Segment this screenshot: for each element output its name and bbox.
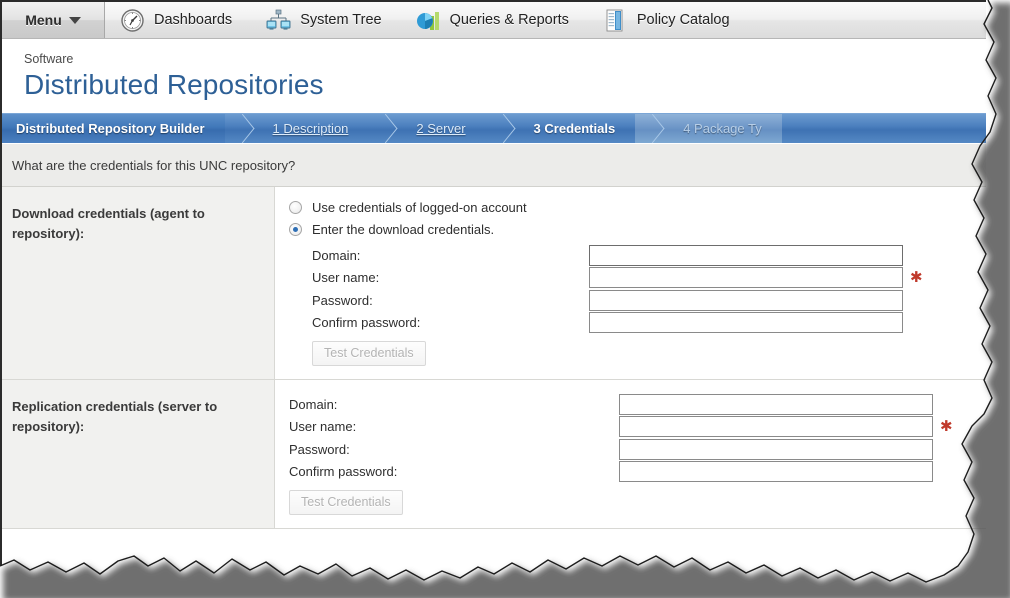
field-username-replication: User name: ✱ <box>289 416 986 439</box>
username-input-download[interactable] <box>589 267 903 289</box>
radio-use-logged-on-account[interactable]: Use credentials of logged-on account <box>289 200 986 215</box>
top-navigation-bar: Menu Dashboards System Tree Queries & Re… <box>2 2 986 39</box>
password-input-replication[interactable] <box>619 438 933 460</box>
page-sheet: Menu Dashboards System Tree Queries & Re… <box>0 0 986 566</box>
field-domain-download-label: Domain: <box>312 247 361 263</box>
replication-credentials-fields: Domain: User name: ✱ Password: Confirm p… <box>289 393 986 515</box>
radio-enter-download-credentials-label: Enter the download credentials. <box>312 222 495 237</box>
nav-item-queries-reports-label: Queries & Reports <box>449 12 569 28</box>
nav-item-dashboards[interactable]: Dashboards <box>105 2 251 38</box>
field-domain-download: Domain: <box>289 244 986 267</box>
domain-input-replication[interactable] <box>619 393 933 415</box>
radio-enter-download-credentials[interactable]: Enter the download credentials. <box>289 222 986 237</box>
wizard-step-1-label: 1 Description <box>272 121 349 136</box>
page-title: Distributed Repositories <box>24 69 324 100</box>
nav-item-policy-catalog[interactable]: Policy Catalog <box>588 2 749 38</box>
wizard-step-4-label: 4 Package Ty <box>683 121 762 136</box>
field-username-replication-label: User name: <box>289 419 357 435</box>
field-confirm-password-download: Confirm password: <box>289 312 986 335</box>
wizard-title: Distributed Repository Builder <box>2 114 225 143</box>
nav-items: Dashboards System Tree Queries & Reports… <box>105 2 986 38</box>
instruction-text: What are the credentials for this UNC re… <box>2 143 986 187</box>
wizard-step-3-credentials: 3 Credentials <box>486 114 636 143</box>
nav-item-policy-catalog-label: Policy Catalog <box>636 12 730 28</box>
field-confirm-password-replication-label: Confirm password: <box>289 464 398 480</box>
radio-use-logged-on-account-label: Use credentials of logged-on account <box>312 200 527 215</box>
required-asterisk: ✱ <box>910 268 923 286</box>
domain-input-download[interactable] <box>589 244 903 266</box>
wizard-step-bar: Distributed Repository Builder 1 Descrip… <box>2 113 986 143</box>
bar-chart-pie-icon <box>416 8 441 33</box>
download-credentials-row: Download credentials (agent to repositor… <box>2 187 986 380</box>
field-confirm-password-download-label: Confirm password: <box>312 315 421 331</box>
field-domain-replication-label: Domain: <box>289 396 338 412</box>
wizard-step-4-package-types: 4 Package Ty <box>635 114 782 143</box>
network-tree-icon <box>266 8 291 33</box>
chevron-right-icon <box>373 114 398 143</box>
test-credentials-button-replication[interactable]: Test Credentials <box>289 490 403 515</box>
replication-credentials-body: Domain: User name: ✱ Password: Confirm p… <box>275 380 986 528</box>
wizard-step-1-description[interactable]: 1 Description <box>225 114 369 143</box>
document-list-icon <box>603 8 628 33</box>
radio-button-icon[interactable] <box>289 201 302 214</box>
caret-down-icon <box>68 16 81 24</box>
password-input-download[interactable] <box>589 289 903 311</box>
chevron-right-icon <box>491 114 516 143</box>
screenshot-root: Menu Dashboards System Tree Queries & Re… <box>0 0 1010 598</box>
download-credentials-body: Use credentials of logged-on account Ent… <box>275 187 986 379</box>
download-credentials-fields: Domain: User name: ✱ Password: Confirm p… <box>289 244 986 366</box>
test-credentials-button-download[interactable]: Test Credentials <box>312 341 426 366</box>
wizard-step-2-label: 2 Server <box>416 121 466 136</box>
confirm-password-input-replication[interactable] <box>619 461 933 483</box>
required-asterisk: ✱ <box>940 417 953 435</box>
wizard-step-3-label: 3 Credentials <box>533 121 616 136</box>
gauge-icon <box>120 8 145 33</box>
chevron-right-icon <box>230 114 255 143</box>
download-credentials-label: Download credentials (agent to repositor… <box>2 187 275 379</box>
page-bottom-padding <box>2 529 986 543</box>
radio-button-icon[interactable] <box>289 223 302 236</box>
confirm-password-input-download[interactable] <box>589 312 903 334</box>
menu-button-label: Menu <box>25 12 62 28</box>
field-username-download: User name: ✱ <box>289 267 986 290</box>
field-password-download: Password: <box>289 289 986 312</box>
replication-credentials-row: Replication credentials (server to repos… <box>2 380 986 529</box>
field-password-download-label: Password: <box>312 292 373 308</box>
field-password-replication: Password: <box>289 438 986 461</box>
username-input-replication[interactable] <box>619 416 933 438</box>
field-username-download-label: User name: <box>312 270 380 286</box>
nav-item-dashboards-label: Dashboards <box>154 12 233 28</box>
menu-button[interactable]: Menu <box>2 2 105 38</box>
breadcrumb: Software <box>24 52 74 66</box>
chevron-right-icon <box>640 114 665 143</box>
field-confirm-password-replication: Confirm password: <box>289 461 986 484</box>
replication-credentials-label: Replication credentials (server to repos… <box>2 380 275 528</box>
field-password-replication-label: Password: <box>289 441 350 457</box>
wizard-step-2-server[interactable]: 2 Server <box>368 114 485 143</box>
nav-item-system-tree-label: System Tree <box>300 12 382 28</box>
field-domain-replication: Domain: <box>289 393 986 416</box>
page-header: Software Distributed Repositories <box>2 39 986 113</box>
nav-item-system-tree[interactable]: System Tree <box>251 2 400 38</box>
nav-item-queries-reports[interactable]: Queries & Reports <box>401 2 588 38</box>
